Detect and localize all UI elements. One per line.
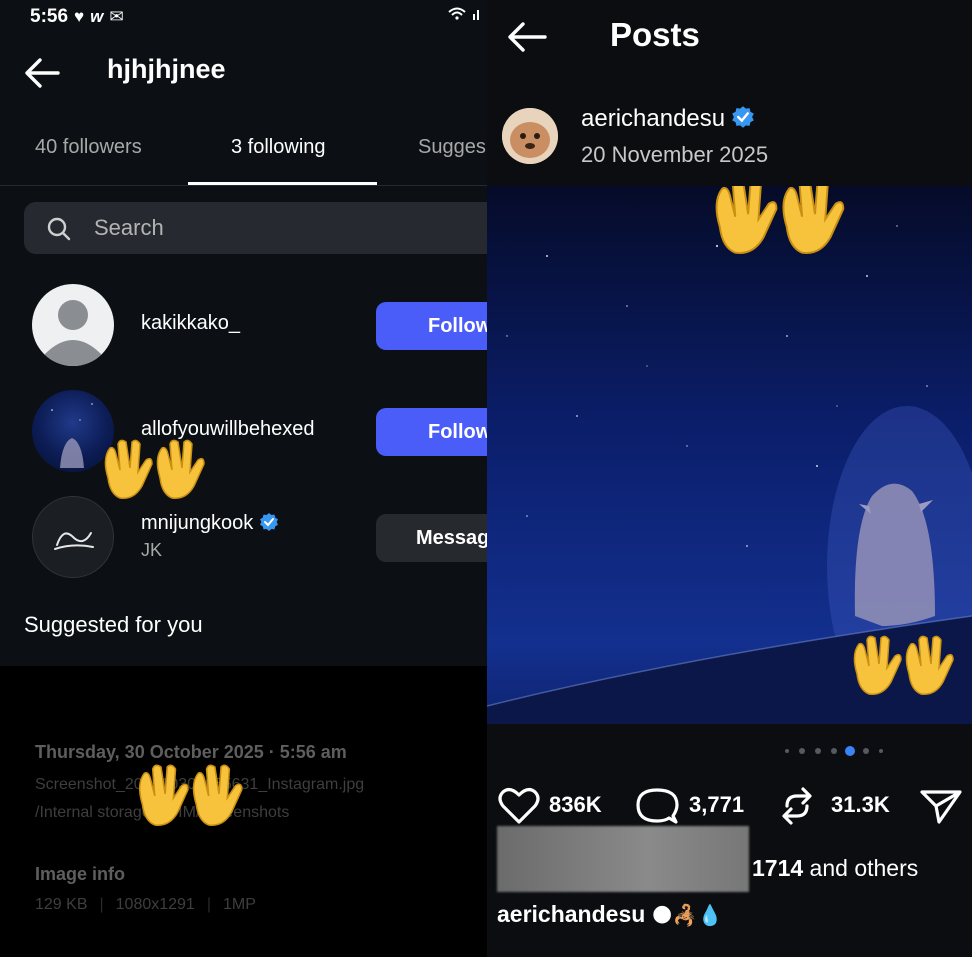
image-resolution: 1080x1291 [115, 896, 195, 913]
caption-emoji: 🌑🦂💧 [651, 905, 723, 927]
comment-icon[interactable] [635, 786, 679, 826]
search-input[interactable] [94, 214, 474, 242]
tab-suggested[interactable]: Sugges [418, 136, 486, 159]
tab-followers[interactable]: 40 followers [35, 136, 142, 159]
carousel-indicator [487, 744, 972, 758]
wifi-signal-icon [447, 6, 483, 25]
liked-by-name[interactable]: 1714 [752, 855, 803, 881]
post-date: 20 November 2025 [581, 142, 769, 167]
carousel-dot-active [845, 746, 855, 756]
suggested-heading: Suggested for you [24, 612, 203, 637]
following-username[interactable]: kakikkako_ [141, 312, 240, 335]
caption-username[interactable]: aerichandesu [497, 901, 645, 927]
post-image[interactable] [487, 186, 972, 724]
meta-divider: | [99, 896, 104, 913]
redacted-liker-avatars [497, 826, 749, 892]
following-screen: 5:56 ♥ w ✉ hjhjhjnee 40 followers 3 foll… [0, 0, 487, 957]
search-bar[interactable] [24, 202, 487, 254]
carousel-dot [831, 748, 837, 754]
search-icon [47, 217, 71, 241]
message-button[interactable]: Messag [376, 514, 487, 562]
like-count[interactable]: 836K [549, 792, 602, 818]
profile-username-title: hjhjhjnee [107, 54, 226, 84]
status-bar: 5:56 ♥ w ✉ [30, 6, 124, 28]
post-caption: aerichandesu 🌑🦂💧 [497, 901, 722, 928]
repost-count[interactable]: 31.3K [831, 792, 890, 818]
waving-hands-icon [104, 439, 205, 499]
active-tab-indicator [188, 182, 377, 185]
liked-by-others[interactable]: and others [803, 855, 919, 881]
liked-by-text[interactable]: 1714 and others [752, 855, 918, 882]
status-time: 5:56 [30, 6, 69, 27]
avatar[interactable] [502, 108, 558, 164]
following-fullname: JK [141, 540, 163, 560]
app-w-icon: w [90, 7, 104, 26]
post-action-bar: 836K 3,771 31.3K [487, 780, 972, 830]
page-title: Posts [610, 16, 700, 53]
post-username-row[interactable]: aerichandesu [581, 105, 755, 133]
image-date: Thursday, 30 October 2025 · 5:56 am [35, 742, 347, 762]
profile-header: hjhjhjnee [0, 48, 487, 98]
image-megapixels: 1MP [222, 896, 256, 913]
following-username-row[interactable]: mnijungkook [141, 512, 279, 535]
comment-count[interactable]: 3,771 [689, 792, 744, 818]
back-arrow-icon[interactable] [22, 55, 62, 91]
following-row[interactable]: allofyouwillbehexed Follow [0, 388, 487, 478]
carousel-dot [879, 749, 883, 753]
carousel-dot [785, 749, 789, 753]
default-avatar-icon[interactable] [32, 284, 114, 366]
waving-hands-icon [138, 764, 243, 826]
post-username[interactable]: aerichandesu [581, 105, 725, 132]
image-size: 129 KB [35, 896, 88, 913]
verified-badge-icon [260, 513, 279, 531]
follow-button[interactable]: Follow [376, 302, 487, 350]
repost-icon[interactable] [779, 784, 815, 828]
follow-tabs: 40 followers 3 following Sugges [0, 130, 487, 186]
meta-divider: | [206, 896, 211, 913]
following-row[interactable]: kakikkako_ Follow [0, 282, 487, 372]
image-info-heading: Image info [35, 864, 126, 884]
verified-badge-icon [732, 106, 754, 128]
heart-icon[interactable] [497, 786, 541, 826]
carousel-dot [799, 748, 805, 754]
following-row[interactable]: mnijungkook JK Messag [0, 494, 487, 584]
waving-hands-icon [715, 186, 845, 254]
tab-following[interactable]: 3 following [231, 136, 326, 159]
image-meta: 129 KB | 1080x1291 | 1MP [35, 896, 256, 914]
follow-button[interactable]: Follow [376, 408, 487, 456]
following-username[interactable]: mnijungkook [141, 512, 253, 534]
waving-hands-icon [853, 635, 954, 695]
back-arrow-icon[interactable] [505, 20, 549, 54]
mail-icon: ✉ [109, 7, 124, 26]
post-screen: Posts aerichandesu 20 November 2025 836K… [487, 0, 972, 957]
carousel-dot [863, 748, 869, 754]
share-icon[interactable] [919, 786, 963, 826]
avatar[interactable] [32, 496, 114, 578]
heart-icon: ♥ [74, 7, 85, 26]
carousel-dot [815, 748, 821, 754]
